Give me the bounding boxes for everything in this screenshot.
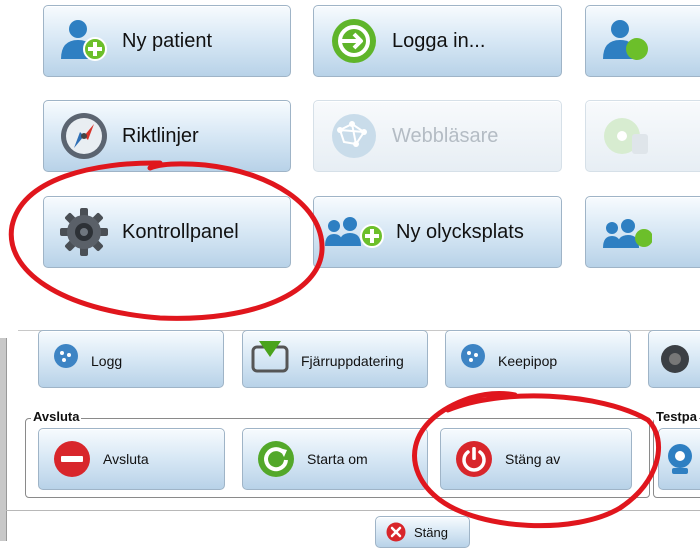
keepipop-label: Keepipop xyxy=(498,353,558,369)
power-icon xyxy=(455,440,493,478)
login-button[interactable]: Logga in... xyxy=(313,5,562,77)
restart-button[interactable]: Starta om xyxy=(242,428,428,490)
globe-network-icon xyxy=(328,110,380,162)
test-group-legend: Testpa xyxy=(654,409,699,424)
partial-button-top-right[interactable] xyxy=(585,5,700,77)
login-icon xyxy=(328,15,380,67)
shutdown-button[interactable]: Stäng av xyxy=(440,428,632,490)
log-icon xyxy=(460,343,486,369)
control-panel-button[interactable]: Kontrollpanel xyxy=(43,196,291,268)
download-icon xyxy=(251,337,289,375)
close-icon xyxy=(386,522,406,542)
avsluta-group-legend: Avsluta xyxy=(31,409,82,424)
add-user-icon xyxy=(58,15,110,67)
gear-icon xyxy=(58,206,110,258)
footer-divider xyxy=(6,510,700,511)
add-user-icon xyxy=(600,15,652,67)
new-patient-button[interactable]: Ny patient xyxy=(43,5,291,77)
control-panel-label: Kontrollpanel xyxy=(122,220,239,243)
exit-label: Avsluta xyxy=(103,451,149,467)
restart-label: Starta om xyxy=(307,451,368,467)
log-label: Logg xyxy=(91,353,123,369)
stop-icon xyxy=(53,440,91,478)
shutdown-label: Stäng av xyxy=(505,451,561,467)
browser-label: Webbläsare xyxy=(392,124,499,147)
exit-button[interactable]: Avsluta xyxy=(38,428,225,490)
person-info-icon xyxy=(663,442,697,476)
partial-gear-button[interactable] xyxy=(648,330,700,388)
partial-button-bottom-right[interactable] xyxy=(585,196,700,268)
browser-button[interactable]: Webbläsare xyxy=(313,100,562,172)
add-group-icon xyxy=(600,206,652,258)
disc-icon xyxy=(600,110,652,162)
new-accident-site-label: Ny olycksplats xyxy=(396,220,524,243)
gear-icon xyxy=(657,341,693,377)
partial-test-button[interactable] xyxy=(658,428,700,490)
guidelines-label: Riktlinjer xyxy=(122,124,199,147)
new-accident-site-button[interactable]: Ny olycksplats xyxy=(313,196,562,268)
partial-button-middle-right[interactable] xyxy=(585,100,700,172)
compass-icon xyxy=(58,110,110,162)
keepipop-button[interactable]: Keepipop xyxy=(445,330,631,388)
close-button[interactable]: Stäng xyxy=(375,516,470,548)
log-button[interactable]: Logg xyxy=(38,330,224,388)
guidelines-button[interactable]: Riktlinjer xyxy=(43,100,291,172)
new-patient-label: Ny patient xyxy=(122,29,213,52)
remote-update-label: Fjärruppdatering xyxy=(301,353,404,369)
remote-update-button[interactable]: Fjärruppdatering xyxy=(242,330,428,388)
log-icon xyxy=(53,343,79,369)
restart-icon xyxy=(257,440,295,478)
close-label: Stäng xyxy=(414,524,448,540)
login-label: Logga in... xyxy=(392,29,486,52)
add-group-icon xyxy=(324,206,386,258)
